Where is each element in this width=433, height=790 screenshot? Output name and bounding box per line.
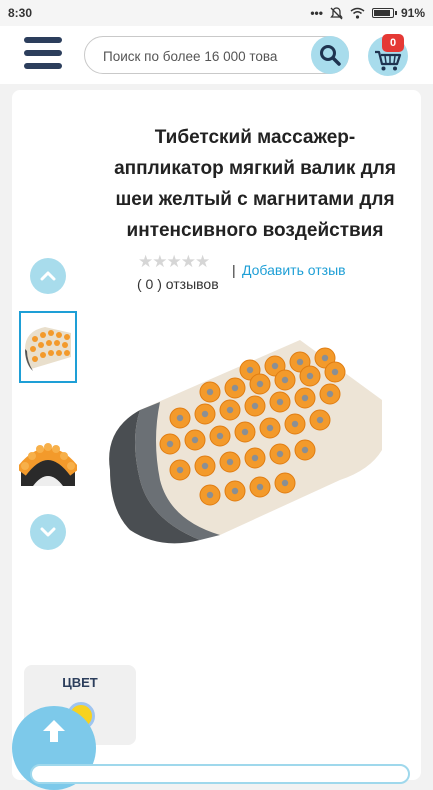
chevron-up-icon xyxy=(40,271,56,281)
add-review-link[interactable]: Добавить отзыв xyxy=(242,262,346,278)
cart-icon xyxy=(375,50,402,71)
chevron-down-icon xyxy=(40,527,56,537)
review-separator: | xyxy=(232,262,236,278)
rating-stars[interactable]: ★★★★★ xyxy=(138,252,218,271)
search-button[interactable] xyxy=(311,36,349,74)
more-icon: ••• xyxy=(310,6,323,20)
thumbnails-up-button[interactable] xyxy=(30,258,66,294)
battery-icon xyxy=(371,8,397,18)
wifi-icon xyxy=(350,7,365,19)
product-main-image[interactable] xyxy=(100,330,390,560)
search-bar xyxy=(84,36,349,74)
bottom-action-bar[interactable] xyxy=(30,764,410,784)
product-thumbnail-2[interactable] xyxy=(19,422,77,494)
thumbnails-down-button[interactable] xyxy=(30,514,66,550)
battery-percent: 91% xyxy=(400,6,425,20)
product-card: Тибетский массажер-аппликатор мягкий вал… xyxy=(12,90,421,780)
cart-button[interactable]: 0 xyxy=(368,34,408,76)
status-time: 8:30 xyxy=(8,6,33,20)
hamburger-menu-icon[interactable] xyxy=(24,37,62,69)
cart-count-badge: 0 xyxy=(382,34,404,52)
mute-icon xyxy=(330,6,343,20)
reviews-count: ( 0 ) отзывов xyxy=(137,276,219,292)
product-thumbnail-image xyxy=(21,313,75,381)
arrow-up-icon xyxy=(43,720,65,742)
search-input[interactable] xyxy=(103,46,303,66)
product-thumbnail-1[interactable] xyxy=(19,311,77,383)
color-label: ЦВЕТ xyxy=(62,675,98,690)
site-header: 0 xyxy=(0,26,433,84)
product-thumbnail-image xyxy=(19,422,77,494)
product-title: Тибетский массажер-аппликатор мягкий вал… xyxy=(114,127,396,241)
search-icon xyxy=(320,45,341,66)
status-bar: 8:30 ••• 91% xyxy=(0,0,433,26)
